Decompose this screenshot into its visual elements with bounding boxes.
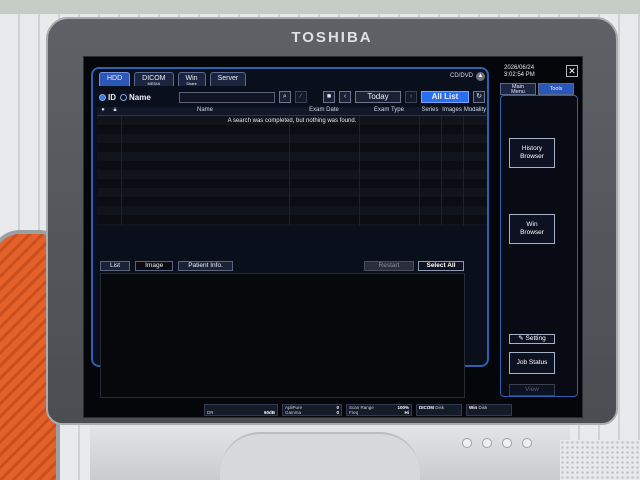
hardware-button[interactable] — [522, 438, 532, 448]
stop-icon[interactable]: ■ — [323, 91, 335, 103]
tools-box: History Browser Win Browser ✎ Setting Job … — [500, 95, 578, 397]
close-icon[interactable]: ✕ — [566, 65, 578, 77]
hardware-buttons — [462, 438, 532, 448]
win-browser-button[interactable]: Win Browser — [509, 214, 555, 244]
source-tabs: HDD DICOM MEDIA Win Share Server — [99, 72, 247, 86]
speaker-grille — [560, 440, 640, 480]
tab-win[interactable]: Win Share — [177, 72, 206, 86]
search-icon[interactable]: ⌕ — [278, 91, 291, 103]
side-panel: 2026/06/24 3:02:54 PM ✕ Main Menu Tools H… — [496, 63, 580, 397]
status-dicom: DICOM Disk — [416, 404, 462, 416]
tab-hdd[interactable]: HDD — [99, 72, 131, 86]
status-dr: DR 60dB — [204, 404, 278, 416]
history-browser-button[interactable]: History Browser — [509, 138, 555, 168]
col-series[interactable]: Series — [419, 107, 441, 115]
datetime: 2026/06/24 3:02:54 PM — [504, 65, 535, 79]
eject-icon[interactable]: ▲ — [476, 72, 485, 81]
radio-dot-icon — [120, 93, 127, 101]
wrench-icon: ✎ — [518, 335, 526, 342]
tab-main-menu[interactable]: Main Menu — [500, 83, 536, 95]
col-name[interactable]: Name — [121, 107, 289, 115]
empty-message: A search was completed, but nothing was … — [227, 118, 357, 124]
col-exam-type[interactable]: Exam Type — [359, 107, 419, 115]
radio-name[interactable]: Name — [120, 93, 151, 102]
today-button[interactable]: Today — [355, 91, 401, 103]
tab-server[interactable]: Server — [209, 72, 247, 86]
stand-cutout — [220, 432, 420, 480]
lock-icon: 🔒︎ — [113, 107, 117, 113]
brand-logo: TOSHIBA — [291, 29, 373, 46]
refresh-icon[interactable]: ↻ — [473, 91, 485, 103]
tab-dicom[interactable]: DICOM MEDIA — [134, 72, 174, 86]
hardware-button[interactable] — [462, 438, 472, 448]
time-text: 3:02:54 PM — [504, 72, 535, 78]
image-preview-area[interactable] — [100, 273, 465, 398]
tab-list[interactable]: List — [100, 261, 131, 271]
preview-tabs: List Image Patient Info. — [100, 261, 233, 271]
view-button[interactable]: View — [509, 384, 555, 396]
radio-dot-icon — [99, 93, 106, 101]
job-status-button[interactable]: Job Status — [509, 352, 555, 374]
tab-image[interactable]: Image — [135, 261, 174, 271]
status-win: Win Disk — [466, 404, 512, 416]
background-window — [0, 0, 640, 14]
side-tabs: Main Menu Tools — [500, 83, 574, 95]
radio-id[interactable]: ID — [99, 93, 116, 102]
next-day-icon[interactable]: › — [405, 91, 417, 103]
select-all-button[interactable]: Select All — [418, 261, 464, 271]
monitor-bezel: TOSHIBA HDD DICOM MEDIA Win Share Server C… — [46, 17, 618, 425]
status-scan: Scan Range 100% Freq Hi — [346, 404, 412, 416]
tab-tools[interactable]: Tools — [538, 83, 574, 95]
select-dot-icon: ● — [101, 107, 105, 113]
screen: HDD DICOM MEDIA Win Share Server CD/DVD ▲ … — [83, 56, 583, 418]
prev-day-icon[interactable]: ‹ — [339, 91, 351, 103]
all-list-button[interactable]: All List — [421, 91, 469, 103]
col-modality[interactable]: Modality — [463, 107, 487, 115]
restart-button[interactable]: Restart — [364, 261, 414, 271]
hardware-button[interactable] — [502, 438, 512, 448]
date-text: 2026/06/24 — [504, 65, 535, 71]
hardware-button[interactable] — [482, 438, 492, 448]
setting-button[interactable]: ✎ Setting — [509, 334, 555, 344]
status-bar: DR 60dB ApliPure 0 Gamma 0 Scan Range 100… — [204, 404, 514, 416]
search-input[interactable] — [178, 91, 275, 103]
clear-icon[interactable]: ∕ — [294, 91, 307, 103]
status-apli-gamma: ApliPure 0 Gamma 0 — [282, 404, 342, 416]
cd-dvd-label: CD/DVD — [449, 73, 473, 79]
tab-patient-info[interactable]: Patient Info. — [178, 261, 233, 271]
search-bar: ID Name ⌕ ∕ ■ ‹ Today › All List ↻ — [99, 89, 485, 105]
list-header: ● 🔒︎ Name Exam Date Exam Type Series Ima… — [97, 107, 487, 116]
col-exam-date[interactable]: Exam Date — [289, 107, 359, 115]
col-images[interactable]: Images — [441, 107, 463, 115]
study-list[interactable]: A search was completed, but nothing was … — [97, 116, 487, 226]
